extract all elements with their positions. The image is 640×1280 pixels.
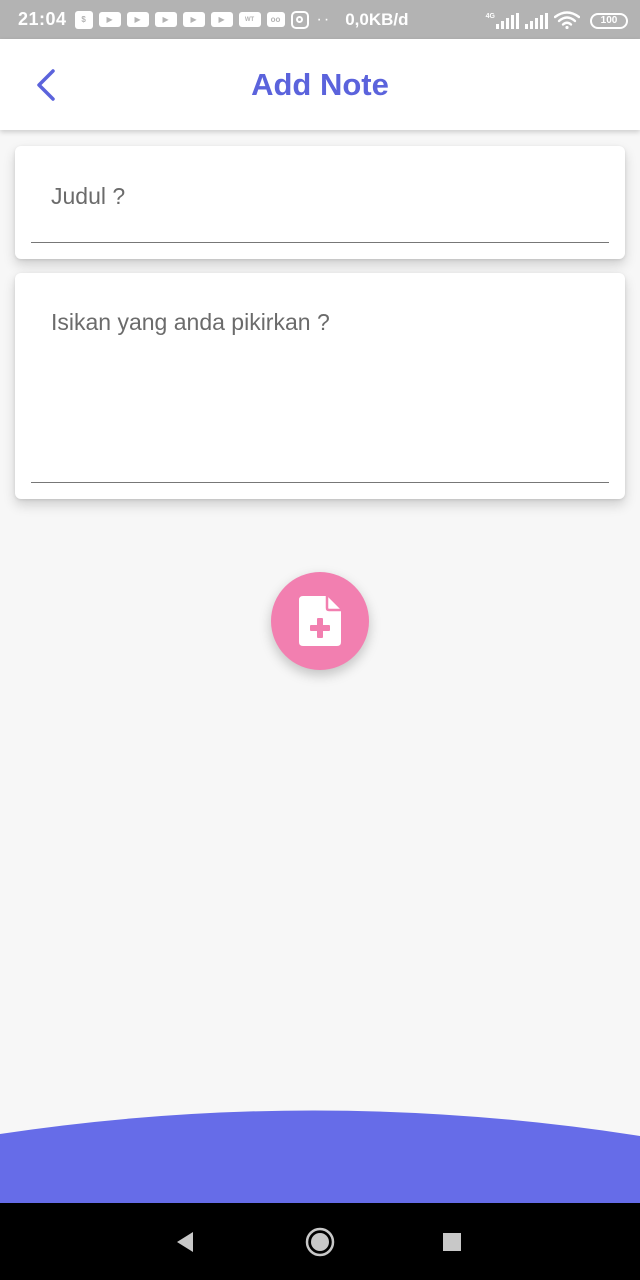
circle-home-icon bbox=[305, 1227, 335, 1257]
more-notifications-indicator: ·· bbox=[316, 10, 332, 28]
nav-back-button[interactable] bbox=[168, 1225, 202, 1259]
title-card bbox=[15, 146, 625, 259]
network-speed: 0,0KB/d bbox=[345, 9, 409, 29]
youtube-icon: ▶ bbox=[210, 12, 233, 27]
bottom-wave-decoration bbox=[0, 1110, 640, 1203]
instagram-icon bbox=[290, 10, 309, 29]
add-note-button[interactable] bbox=[271, 572, 369, 670]
page-title: Add Note bbox=[251, 67, 389, 102]
title-input[interactable] bbox=[31, 146, 609, 243]
network-type: 4G bbox=[485, 12, 495, 20]
youtube-icon: ▶ bbox=[182, 12, 205, 27]
shopping-bag-icon: $ bbox=[74, 10, 93, 29]
battery-indicator: 100 bbox=[590, 12, 628, 29]
notification-icons: $ ▶ ▶ ▶ ▶ ▶ WT oo bbox=[74, 10, 309, 29]
status-bar: 21:04 $ ▶ ▶ ▶ ▶ ▶ WT oo ·· 0,0KB/d 4G 10… bbox=[0, 0, 640, 39]
signal-4g-icon: 4G bbox=[485, 12, 519, 29]
note-body-textarea[interactable] bbox=[31, 273, 609, 483]
gallery-icon: oo bbox=[266, 12, 285, 27]
signal-icon bbox=[525, 12, 548, 29]
webtoon-icon: WT bbox=[238, 12, 261, 27]
youtube-icon: ▶ bbox=[98, 12, 121, 27]
youtube-icon: ▶ bbox=[126, 12, 149, 27]
note-body-card bbox=[15, 273, 625, 499]
file-add-icon bbox=[299, 596, 341, 646]
square-recents-icon bbox=[443, 1233, 461, 1251]
wifi-icon bbox=[554, 10, 580, 29]
triangle-back-icon bbox=[177, 1232, 193, 1252]
youtube-icon: ▶ bbox=[154, 12, 177, 27]
status-time: 21:04 bbox=[18, 9, 67, 29]
app-bar: Add Note bbox=[0, 39, 640, 130]
system-nav-bar bbox=[0, 1203, 640, 1280]
nav-recents-button[interactable] bbox=[435, 1225, 469, 1259]
nav-home-button[interactable] bbox=[303, 1225, 337, 1259]
